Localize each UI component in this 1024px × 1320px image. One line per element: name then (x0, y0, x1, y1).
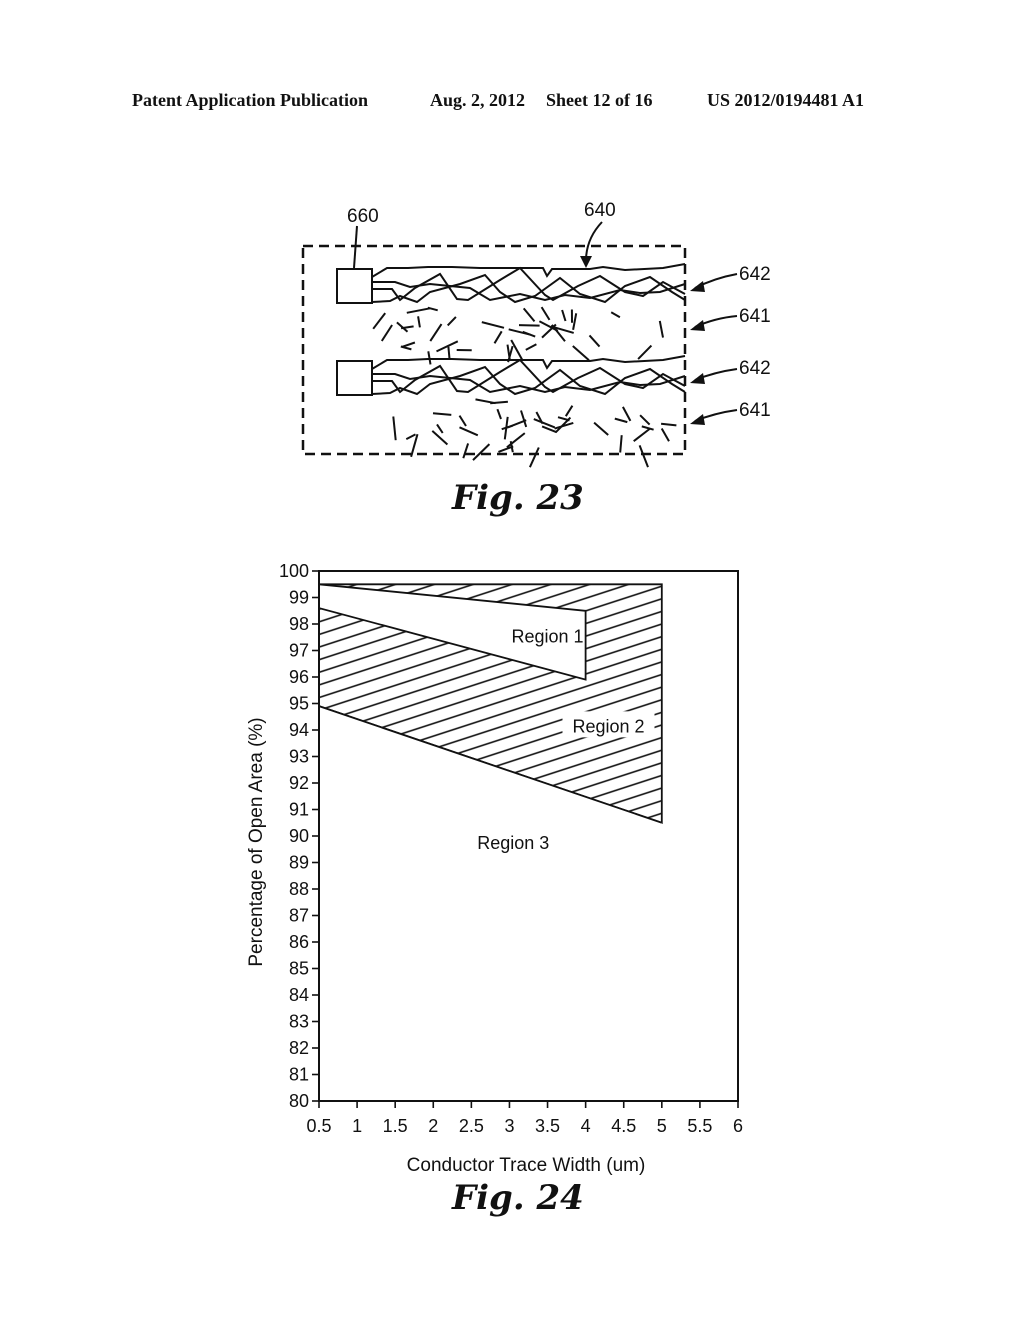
y-tick-label: 80 (289, 1091, 309, 1111)
annotation-region-2: Region 2 (572, 716, 644, 736)
x-tick-label: 1.5 (383, 1116, 408, 1136)
y-tick-label: 90 (289, 826, 309, 846)
y-tick-label: 87 (289, 906, 309, 926)
x-tick-label: 3 (504, 1116, 514, 1136)
x-tick-label: 6 (733, 1116, 743, 1136)
x-tick-label: 2 (428, 1116, 438, 1136)
y-tick-label: 86 (289, 932, 309, 952)
fig24-chart: 80 81 82 83 84 85 86 87 88 89 90 91 92 93 94 95 96 97 98 99… (246, 561, 743, 1176)
y-tick-label: 93 (289, 747, 309, 767)
x-tick-label: 4.5 (611, 1116, 636, 1136)
annotation-region-3: Region 3 (477, 833, 549, 853)
annotation-region-1: Region 1 (512, 626, 584, 646)
y-tick-label: 89 (289, 853, 309, 873)
y-tick-label: 97 (289, 641, 309, 661)
x-tick-label: 2.5 (459, 1116, 484, 1136)
y-axis-label: Percentage of Open Area (%) (246, 717, 267, 966)
x-tick-label: 0.5 (306, 1116, 331, 1136)
y-tick-label: 99 (289, 588, 309, 608)
x-tick-label: 5.5 (687, 1116, 712, 1136)
y-tick-label: 92 (289, 773, 309, 793)
x-tick-label: 1 (352, 1116, 362, 1136)
y-tick-label: 94 (289, 720, 309, 740)
x-tick-label: 3.5 (535, 1116, 560, 1136)
x-tick-label: 5 (657, 1116, 667, 1136)
y-tick-label: 95 (289, 694, 309, 714)
y-tick-label: 96 (289, 667, 309, 687)
y-tick-label: 91 (289, 800, 309, 820)
y-tick-label: 98 (289, 614, 309, 634)
x-tick-label: 4 (581, 1116, 591, 1136)
y-tick-label: 82 (289, 1038, 309, 1058)
y-tick-label: 85 (289, 959, 309, 979)
y-tick-label: 100 (279, 561, 309, 581)
x-axis-label: Conductor Trace Width (um) (407, 1155, 646, 1176)
y-tick-label: 88 (289, 879, 309, 899)
y-tick-label: 81 (289, 1065, 309, 1085)
y-tick-label: 83 (289, 1012, 309, 1032)
fig24-caption: Fig. 24 (452, 1178, 584, 1218)
y-tick-label: 84 (289, 985, 309, 1005)
